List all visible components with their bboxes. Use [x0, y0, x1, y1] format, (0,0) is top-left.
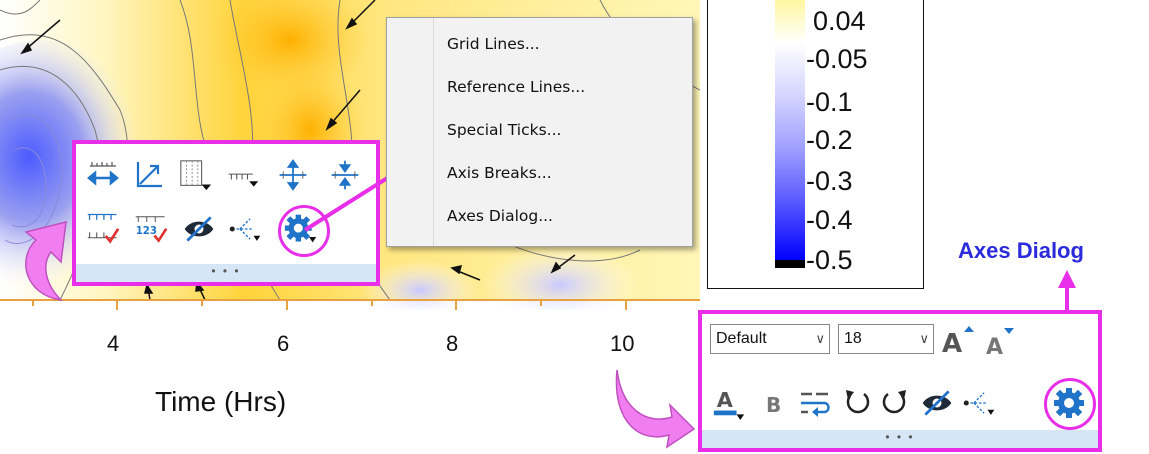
color-scale-legend[interactable]: 0.04 -0.05 -0.1 -0.2 -0.3 -0.4 -0.5 [707, 0, 924, 289]
menu-gutter [387, 18, 434, 246]
x-tick-label: 4 [107, 331, 120, 356]
font-size-value: 18 [844, 330, 862, 347]
axis-scale-icon[interactable] [86, 158, 120, 192]
toolbar-more-handle[interactable]: • • • [702, 430, 1098, 448]
hide-icon[interactable] [182, 212, 216, 246]
increase-font-icon[interactable]: A [940, 322, 974, 356]
svg-text:A: A [986, 335, 1003, 358]
font-size-select[interactable]: 18 ∨ [838, 324, 934, 354]
menu-item-axis-breaks[interactable]: Axis Breaks... [447, 164, 552, 182]
svg-text:123: 123 [136, 226, 157, 237]
tick-numbers-icon[interactable]: 123 [134, 210, 168, 244]
menu-item-grid-lines[interactable]: Grid Lines... [447, 35, 540, 53]
select-more-icon[interactable] [228, 212, 262, 246]
axis-context-menu: Grid Lines... Reference Lines... Special… [386, 17, 693, 247]
svg-text:A: A [942, 329, 962, 356]
chevron-down-icon: ∨ [919, 331, 929, 346]
grid-lines-icon[interactable] [178, 158, 212, 192]
curved-arrow-icon [24, 221, 67, 302]
select-more-icon[interactable] [962, 386, 996, 420]
axes-dialog-callout-label: Axes Dialog [958, 238, 1084, 263]
text-mini-toolbar: Default ∨ 18 ∨ A A A B • • • [698, 310, 1102, 452]
legend-label: -0.4 [806, 205, 853, 235]
legend-label: -0.05 [806, 44, 868, 74]
legend-label: -0.2 [806, 125, 853, 155]
axis-xy-icon[interactable] [132, 158, 166, 192]
settings-gear-icon[interactable] [1052, 386, 1086, 420]
tick-labels-show-icon[interactable] [86, 210, 120, 244]
x-tick-label: 8 [446, 331, 459, 356]
menu-item-reference-lines[interactable]: Reference Lines... [447, 78, 585, 96]
svg-text:A: A [717, 388, 733, 412]
x-tick-label: 6 [277, 331, 290, 356]
menu-item-axes-dialog[interactable]: Axes Dialog... [447, 207, 553, 225]
legend-label: -0.3 [806, 166, 853, 196]
svg-text:B: B [766, 393, 781, 417]
rotate-left-icon[interactable] [840, 386, 874, 420]
font-color-icon[interactable]: A [712, 386, 746, 420]
legend-label: -0.5 [806, 245, 853, 275]
decrease-font-icon[interactable]: A [982, 324, 1016, 358]
x-tick-label: 10 [610, 331, 635, 356]
rotate-right-icon[interactable] [878, 386, 912, 420]
toolbar-more-handle[interactable]: • • • [76, 264, 376, 282]
chevron-down-icon: ∨ [815, 331, 825, 346]
legend-label: -0.1 [806, 87, 853, 117]
bold-icon[interactable]: B [758, 386, 792, 420]
menu-item-special-ticks[interactable]: Special Ticks... [447, 121, 561, 139]
hide-icon[interactable] [920, 386, 954, 420]
curved-arrow-icon [615, 369, 696, 449]
word-wrap-icon[interactable] [798, 386, 832, 420]
font-select-value: Default [716, 330, 767, 347]
font-select[interactable]: Default ∨ [710, 324, 830, 354]
legend-label: 0.04 [813, 6, 866, 36]
color-scale-bar [775, 0, 805, 268]
tick-style-icon[interactable] [226, 158, 260, 192]
x-axis-title: Time (Hrs) [155, 386, 287, 417]
